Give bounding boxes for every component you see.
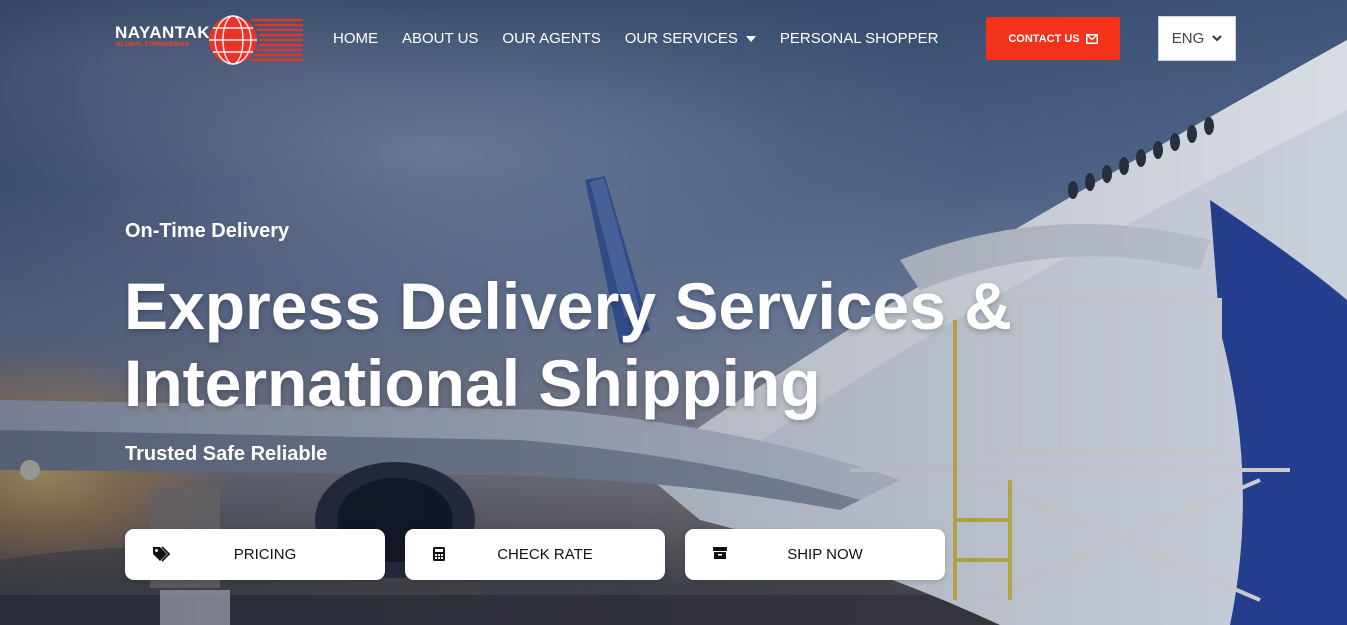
- chevron-down-icon: [1212, 35, 1222, 42]
- caret-down-icon: [745, 35, 756, 42]
- tags-icon: [152, 546, 172, 562]
- brand-subtitle: GLOBAL FORWARDING: [116, 42, 190, 48]
- nav-item-our-agents[interactable]: OUR AGENTS: [502, 30, 600, 47]
- nav-item-about-us[interactable]: ABOUT US: [402, 30, 478, 47]
- language-select[interactable]: ENG: [1158, 16, 1236, 61]
- nav-item-personal-shopper[interactable]: PERSONAL SHOPPER: [780, 30, 939, 47]
- hero-tagline: Trusted Safe Reliable: [125, 443, 328, 465]
- nav-item-label: OUR SERVICES: [624, 30, 738, 47]
- brand-logo[interactable]: NAYANTAKA GLOBAL FORWARDING: [115, 14, 305, 68]
- globe-logo-icon: [209, 15, 303, 65]
- contact-us-button[interactable]: CONTACT US: [986, 17, 1120, 60]
- hero-headline-line1: Express Delivery Services &: [124, 269, 1012, 343]
- hero-eyebrow: On-Time Delivery: [125, 220, 290, 242]
- nav-item-home[interactable]: HOME: [333, 30, 378, 47]
- archive-box-icon: [712, 546, 728, 560]
- hero-headline: Express Delivery Services & Internationa…: [124, 268, 1084, 422]
- contact-us-label: CONTACT US: [1008, 32, 1080, 45]
- ship-now-button[interactable]: SHIP NOW: [685, 529, 945, 580]
- nav-item-our-services[interactable]: OUR SERVICES: [625, 30, 756, 47]
- hero-headline-line2: International Shipping: [124, 346, 821, 420]
- nav-item-label: OUR AGENTS: [502, 30, 601, 47]
- nav-item-label: HOME: [333, 30, 378, 47]
- main-nav: HOME ABOUT US OUR AGENTS OUR SERVICES PE…: [333, 30, 963, 47]
- check-rate-button[interactable]: CHECK RATE: [405, 529, 665, 580]
- site-header: NAYANTAKA GLOBAL FORWARDING HOME ABOUT U…: [0, 0, 1347, 80]
- nav-item-label: PERSONAL SHOPPER: [779, 30, 939, 47]
- language-selected-value: ENG: [1171, 30, 1205, 47]
- pricing-button[interactable]: PRICING: [125, 529, 385, 580]
- calculator-icon: [432, 546, 446, 562]
- nav-item-label: ABOUT US: [402, 30, 479, 47]
- envelope-icon: [1085, 33, 1098, 44]
